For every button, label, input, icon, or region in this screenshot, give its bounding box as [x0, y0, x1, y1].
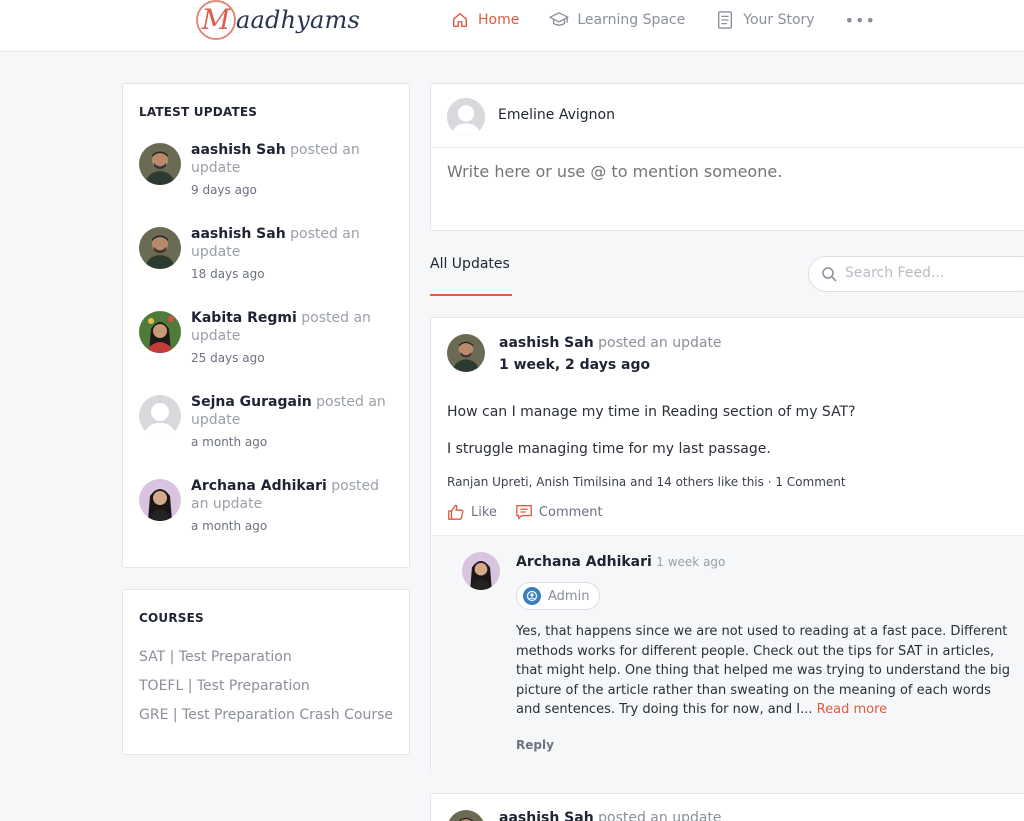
post-author[interactable]: aashish Sah — [499, 335, 594, 351]
post-body-line: How can I manage my time in Reading sect… — [447, 404, 856, 420]
update-author[interactable]: Sejna Guragain — [191, 394, 312, 410]
avatar[interactable] — [139, 479, 181, 521]
avatar[interactable] — [139, 395, 181, 437]
graduation-cap-icon — [549, 10, 570, 30]
avatar[interactable] — [139, 143, 181, 185]
update-time: 18 days ago — [191, 267, 265, 281]
tab-all-updates[interactable]: All Updates — [430, 256, 510, 272]
course-link-gre[interactable]: GRE | Test Preparation Crash Course — [139, 707, 393, 723]
comment-body: Yes, that happens since we are not used … — [516, 624, 1011, 717]
update-time: a month ago — [191, 435, 268, 449]
update-author[interactable]: aashish Sah — [191, 226, 286, 242]
composer-user-name: Emeline Avignon — [498, 107, 615, 123]
search-feed-input[interactable] — [845, 265, 1024, 281]
update-text: aashish Sah posted an update — [191, 225, 399, 261]
comment-time: 1 week ago — [656, 555, 726, 569]
post-actions: Like Comment — [447, 503, 621, 521]
nav-learning-space[interactable]: Learning Space — [549, 10, 685, 30]
admin-shield-icon — [523, 587, 541, 605]
feed-post: aashish Sah posted an update 1 week, 2 d… — [430, 317, 1024, 772]
thumbs-up-icon — [447, 503, 465, 521]
course-link-toefl[interactable]: TOEFL | Test Preparation — [139, 678, 310, 694]
logo-mark: M — [196, 0, 236, 40]
like-label: Like — [471, 504, 497, 520]
course-link-sat[interactable]: SAT | Test Preparation — [139, 649, 292, 665]
brand-logo[interactable]: M aadhyams — [196, 0, 360, 40]
post-action: posted an update — [598, 335, 722, 351]
like-button[interactable]: Like — [447, 503, 497, 521]
update-text: Archana Adhikari posted an update — [191, 477, 399, 513]
post-stats[interactable]: Ranjan Upreti, Anish Timilsina and 14 ot… — [447, 475, 846, 489]
comment-label: Comment — [538, 504, 603, 520]
nav-your-story-label: Your Story — [743, 12, 815, 28]
update-text: Sejna Guragain posted an update — [191, 393, 399, 429]
update-text: Kabita Regmi posted an update — [191, 309, 399, 345]
search-icon — [821, 266, 837, 286]
update-item[interactable]: Sejna Guragain posted an update a month … — [139, 393, 399, 463]
avatar[interactable] — [447, 334, 485, 372]
avatar[interactable] — [139, 311, 181, 353]
composer-header: Emeline Avignon — [431, 84, 1024, 148]
logo-text: aadhyams — [236, 6, 360, 34]
update-item[interactable]: Archana Adhikari posted an update a mont… — [139, 477, 399, 547]
comment-text: Yes, that happens since we are not used … — [516, 622, 1016, 720]
latest-updates-title: LATEST UPDATES — [139, 105, 258, 119]
comment-author[interactable]: Archana Adhikari — [516, 554, 652, 570]
document-icon — [715, 10, 735, 30]
latest-updates-panel: LATEST UPDATES aashish Sah posted an upd… — [122, 83, 410, 568]
courses-panel: COURSES SAT | Test Preparation TOEFL | T… — [122, 589, 410, 755]
reply-button[interactable]: Reply — [516, 738, 554, 752]
nav-home[interactable]: Home — [450, 10, 519, 30]
post-author[interactable]: aashish Sah — [499, 810, 594, 821]
post-input[interactable] — [447, 162, 1007, 181]
active-tab-indicator — [430, 294, 512, 296]
update-time: 9 days ago — [191, 183, 257, 197]
post-action: posted an update — [598, 810, 722, 821]
avatar[interactable] — [139, 227, 181, 269]
nav-your-story[interactable]: Your Story — [715, 10, 815, 30]
feed-post: aashish Sah posted an update — [430, 793, 1024, 821]
top-navigation-bar: M aadhyams Home Learning Space Your Stor… — [0, 0, 1024, 52]
read-more-link[interactable]: Read more — [817, 702, 887, 717]
post-header: aashish Sah posted an update — [499, 810, 722, 821]
post-composer: Emeline Avignon — [430, 83, 1024, 231]
update-author[interactable]: Archana Adhikari — [191, 478, 327, 494]
update-time: 25 days ago — [191, 351, 265, 365]
nav-home-label: Home — [478, 12, 520, 28]
main-nav: Home Learning Space Your Story ••• — [450, 8, 876, 32]
comment-header: Archana Adhikari 1 week ago — [516, 554, 725, 570]
admin-badge-label: Admin — [548, 588, 590, 604]
post-time[interactable]: 1 week, 2 days ago — [499, 357, 650, 373]
update-item[interactable]: aashish Sah posted an update 18 days ago — [139, 225, 399, 295]
update-time: a month ago — [191, 519, 268, 533]
comment-thread: Archana Adhikari 1 week ago Admin Yes, t… — [432, 535, 1024, 772]
post-header: aashish Sah posted an update — [499, 335, 722, 351]
avatar[interactable] — [447, 810, 485, 821]
update-author[interactable]: aashish Sah — [191, 142, 286, 158]
avatar — [447, 98, 485, 136]
update-author[interactable]: Kabita Regmi — [191, 310, 297, 326]
post-body-line: I struggle managing time for my last pas… — [447, 441, 771, 457]
courses-title: COURSES — [139, 611, 204, 625]
update-text: aashish Sah posted an update — [191, 141, 399, 177]
home-icon — [450, 10, 470, 30]
nav-learning-space-label: Learning Space — [577, 12, 686, 28]
comment-button[interactable]: Comment — [515, 503, 603, 521]
update-item[interactable]: aashish Sah posted an update 9 days ago — [139, 141, 399, 211]
more-options-icon[interactable]: ••• — [845, 11, 876, 30]
avatar[interactable] — [462, 552, 500, 590]
comment-icon — [515, 503, 533, 521]
update-item[interactable]: Kabita Regmi posted an update 25 days ag… — [139, 309, 399, 379]
admin-badge: Admin — [516, 582, 601, 610]
search-feed-box[interactable] — [808, 256, 1024, 292]
